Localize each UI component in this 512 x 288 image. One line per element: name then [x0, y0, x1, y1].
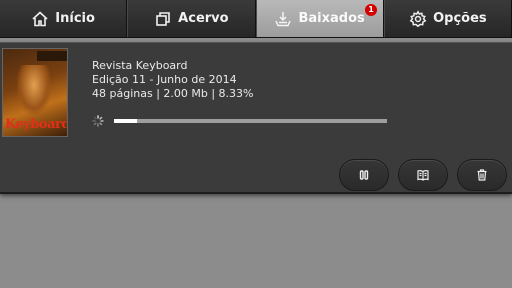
tab-bar: Início Acervo Baixados Opções 1: [0, 0, 512, 38]
tab-inicio[interactable]: Início: [0, 0, 128, 37]
trash-icon: [477, 169, 487, 181]
cover-logo: Keyboard: [5, 117, 68, 132]
tab-opcoes-label: Opções: [433, 11, 487, 26]
pause-icon: [359, 170, 369, 180]
pause-button[interactable]: [339, 159, 389, 191]
download-count-badge: 1: [365, 4, 377, 16]
tab-baixados-label: Baixados: [298, 11, 365, 26]
download-progress-fill: [114, 119, 137, 123]
tab-acervo-label: Acervo: [178, 11, 229, 26]
cover-figure: [17, 65, 51, 115]
gear-icon: [409, 9, 427, 28]
download-item-card: Keyboard Revista Keyboard Edição 11 - Ju…: [0, 42, 512, 194]
tab-baixados[interactable]: Baixados: [255, 0, 384, 37]
edition-label: Edição 11 - Junho de 2014: [92, 73, 237, 86]
magazine-title: Revista Keyboard: [92, 59, 188, 72]
delete-button[interactable]: [457, 159, 507, 191]
tab-opcoes[interactable]: Opções: [383, 0, 512, 37]
download-info: Revista Keyboard Edição 11 - Junho de 20…: [92, 59, 254, 101]
download-icon: [274, 10, 292, 28]
tab-inicio-label: Início: [55, 11, 95, 26]
magazine-cover-image[interactable]: Keyboard: [2, 48, 68, 137]
cover-header-block: [37, 51, 67, 61]
home-icon: [31, 10, 49, 28]
tab-acervo[interactable]: Acervo: [127, 0, 256, 37]
download-details: 48 páginas | 2.00 Mb | 8.33%: [92, 87, 254, 100]
collection-icon: [154, 10, 172, 28]
read-button[interactable]: [398, 159, 448, 191]
open-book-icon: [417, 170, 429, 181]
loading-spinner-icon: [92, 115, 104, 127]
download-progress-bar: [114, 119, 387, 123]
